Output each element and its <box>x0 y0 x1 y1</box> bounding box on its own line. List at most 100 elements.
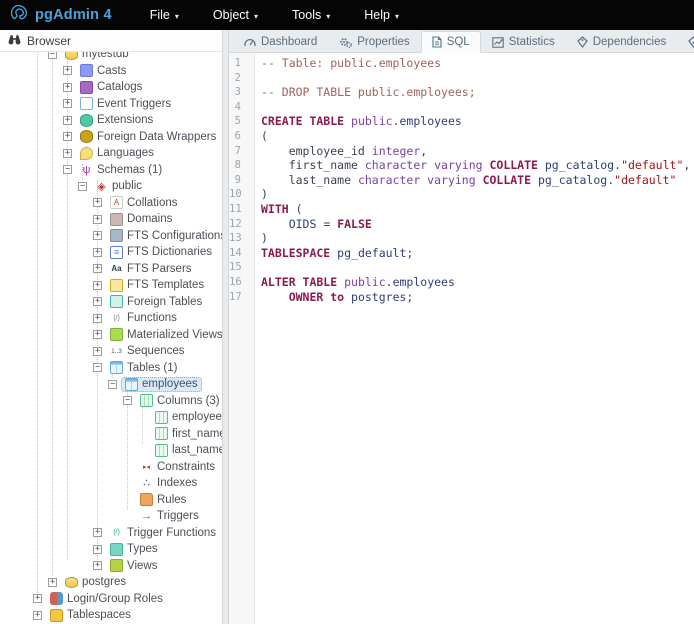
tab-sql[interactable]: SQL <box>421 31 481 53</box>
sql-code-line: 11WITH ( <box>229 202 694 217</box>
db-icon <box>65 52 78 60</box>
tree-item-functions[interactable]: +(/)Functions <box>0 310 222 327</box>
expand-icon[interactable]: + <box>93 314 102 323</box>
tree-item-trigger-functions[interactable]: +(/)Trigger Functions <box>0 525 222 542</box>
expand-icon[interactable]: + <box>33 594 42 603</box>
menu-help[interactable]: Help▾ <box>364 8 399 22</box>
tree-item-tables-1[interactable]: −Tables (1) <box>0 360 222 377</box>
sql-token <box>261 290 289 304</box>
sql-token: "default" <box>614 173 676 187</box>
expand-icon[interactable]: + <box>93 545 102 554</box>
expand-icon[interactable]: + <box>33 611 42 620</box>
tree-item-fts-configurations[interactable]: +FTS Configurations <box>0 228 222 245</box>
tab-dashboard[interactable]: Dashboard <box>233 31 328 53</box>
fts-parsers-icon: Aa <box>110 262 123 275</box>
tree-item-collations[interactable]: +ACollations <box>0 195 222 212</box>
tab-statistics[interactable]: Statistics <box>481 31 566 53</box>
sql-code-line: 16ALTER TABLE public.employees <box>229 275 694 290</box>
tree-item-mytestdb[interactable]: −mytestdb <box>0 52 222 63</box>
tree-item-fts-dictionaries[interactable]: +≡FTS Dictionaries <box>0 244 222 261</box>
tree-item-schemas-1[interactable]: −ψSchemas (1) <box>0 162 222 179</box>
expand-icon[interactable]: + <box>93 561 102 570</box>
tree-item-fts-templates[interactable]: + FTS Templates <box>0 277 222 294</box>
tree-item-last-name[interactable]: last_name <box>0 442 222 459</box>
login-roles-icon <box>50 592 63 605</box>
tree-item-types[interactable]: +Types <box>0 541 222 558</box>
expand-icon[interactable]: + <box>93 297 102 306</box>
tree-item-first-name[interactable]: first_name <box>0 426 222 443</box>
tree-item-label: Trigger Functions <box>127 527 216 539</box>
tab-properties[interactable]: Properties <box>328 31 420 53</box>
tree-item-tablespaces[interactable]: +Tablespaces <box>0 607 222 624</box>
casts-icon <box>80 64 93 77</box>
line-number: 3 <box>229 85 249 100</box>
tree-item-label: Event Triggers <box>97 98 171 110</box>
tab-dependents[interactable]: Dependents <box>677 31 694 53</box>
menu-tools[interactable]: Tools▾ <box>292 8 330 22</box>
menu-file[interactable]: File▾ <box>150 8 179 22</box>
panel-resize-divider[interactable] <box>222 30 229 624</box>
tree-item-label: Columns (3) <box>157 395 220 407</box>
collapse-icon[interactable]: − <box>93 363 102 372</box>
expand-icon[interactable]: + <box>63 99 72 108</box>
sql-code-line: 17 OWNER to postgres; <box>229 290 694 305</box>
expand-icon[interactable]: + <box>93 215 102 224</box>
menu-object[interactable]: Object▾ <box>213 8 258 22</box>
expand-icon[interactable]: + <box>93 528 102 537</box>
sql-editor-pane[interactable]: 1-- Table: public.employees23-- DROP TAB… <box>229 53 694 624</box>
expand-icon[interactable]: + <box>93 231 102 240</box>
tree-item-extensions[interactable]: +Extensions <box>0 112 222 129</box>
expand-icon[interactable]: + <box>63 132 72 141</box>
tree-item-foreign-data-wrappers[interactable]: +Foreign Data Wrappers <box>0 129 222 146</box>
expand-icon[interactable]: + <box>93 264 102 273</box>
tree-item-postgres[interactable]: +postgres <box>0 574 222 591</box>
collapse-icon[interactable]: − <box>123 396 132 405</box>
tab-dependencies[interactable]: Dependencies <box>566 31 678 53</box>
tree-item-materialized-views[interactable]: +Materialized Views <box>0 327 222 344</box>
tree-item-fts-parsers[interactable]: +AaFTS Parsers <box>0 261 222 278</box>
tree-item-indexes[interactable]: ∴Indexes <box>0 475 222 492</box>
tree-item-catalogs[interactable]: +Catalogs <box>0 79 222 96</box>
tree-item-label: first_name <box>172 428 222 440</box>
tree-item-employee-id[interactable]: employee_id <box>0 409 222 426</box>
tree-item-rules[interactable]: Rules <box>0 492 222 509</box>
functions-icon: (/) <box>110 312 123 325</box>
expand-icon[interactable]: + <box>93 248 102 257</box>
line-number: 11 <box>229 202 249 217</box>
tree-item-casts[interactable]: +Casts <box>0 63 222 80</box>
sql-token: OIDS <box>289 217 317 231</box>
expand-icon[interactable]: + <box>93 198 102 207</box>
tree-item-domains[interactable]: +Domains <box>0 211 222 228</box>
types-icon <box>110 543 123 556</box>
tree-item-sequences[interactable]: +1..3Sequences <box>0 343 222 360</box>
expand-icon[interactable]: + <box>63 149 72 158</box>
tree-item-label: FTS Templates <box>127 279 204 291</box>
expand-icon[interactable]: + <box>63 83 72 92</box>
tree-item-employees[interactable]: −employees <box>0 376 222 393</box>
menu-bar-items: File▾ Object▾ Tools▾ Help▾ <box>150 8 399 22</box>
tree-item-foreign-tables[interactable]: +Foreign Tables <box>0 294 222 311</box>
expand-icon[interactable]: + <box>93 281 102 290</box>
expand-icon[interactable]: + <box>93 330 102 339</box>
expand-icon[interactable]: + <box>63 66 72 75</box>
tree-item-login-group-roles[interactable]: +Login/Group Roles <box>0 591 222 608</box>
expand-icon[interactable]: + <box>93 347 102 356</box>
expand-icon[interactable]: + <box>63 116 72 125</box>
db-icon <box>65 577 78 588</box>
collapse-icon[interactable]: − <box>63 165 72 174</box>
collapse-icon[interactable]: − <box>108 380 117 389</box>
tree-item-languages[interactable]: +Languages <box>0 145 222 162</box>
object-browser-tree[interactable]: −mytestdb+Casts+Catalogs+Event Triggers+… <box>0 52 222 624</box>
tree-item-triggers[interactable]: →Triggers <box>0 508 222 525</box>
collapse-icon[interactable]: − <box>48 52 57 59</box>
tree-item-event-triggers[interactable]: + Event Triggers <box>0 96 222 113</box>
expand-icon[interactable]: + <box>48 578 57 587</box>
tree-item-views[interactable]: +Views <box>0 558 222 575</box>
sql-code-line: 10) <box>229 187 694 202</box>
tree-item-public[interactable]: −◈public <box>0 178 222 195</box>
collapse-icon[interactable]: − <box>78 182 87 191</box>
main-panel: DashboardPropertiesSQLStatisticsDependen… <box>229 30 694 624</box>
tree-item-columns-3[interactable]: − Columns (3) <box>0 393 222 410</box>
matviews-icon <box>110 328 123 341</box>
tree-item-constraints[interactable]: ▸◂Constraints <box>0 459 222 476</box>
